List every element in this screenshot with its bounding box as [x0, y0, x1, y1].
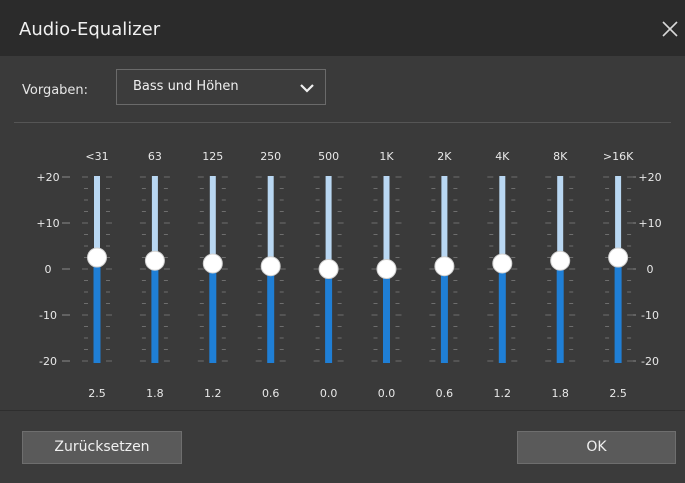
band-frequency-label: 1K — [379, 150, 394, 163]
slider-knob[interactable] — [376, 259, 397, 279]
band-frequency-label: 63 — [148, 150, 162, 163]
slider-track-upper — [267, 176, 274, 267]
band-value-label: 2.5 — [88, 387, 106, 400]
slider-track-upper — [151, 176, 158, 261]
scale-label-left: -10 — [39, 309, 57, 322]
slider-track-upper — [209, 176, 216, 264]
band-value-label: 1.8 — [146, 387, 164, 400]
band-frequency-label: <31 — [85, 150, 108, 163]
slider-track-upper — [615, 176, 622, 258]
slider-track-upper — [499, 176, 506, 264]
band-frequency-label: 125 — [202, 150, 223, 163]
band-value-label: 1.8 — [551, 387, 569, 400]
dialog-footer: Zurücksetzen OK — [0, 411, 685, 483]
scale-label-right: +10 — [638, 217, 661, 230]
slider-track-filled — [209, 263, 217, 363]
slider-knob[interactable] — [202, 253, 223, 274]
slider-knob[interactable] — [318, 259, 339, 279]
band-value-label: 1.2 — [204, 387, 222, 400]
scale-label-left: 0 — [45, 263, 52, 276]
slider-track-filled — [440, 266, 448, 363]
slider-track-filled — [267, 266, 275, 363]
equalizer-sliders: +20 +20 +10 +10 0 0 -10 -10 -20 -20 <31 2.5 63 1.8 125… — [36, 150, 661, 400]
chevron-down-icon — [300, 84, 314, 93]
slider-knob[interactable] — [144, 250, 165, 271]
slider-knob[interactable] — [492, 253, 513, 274]
scale-label-right: -10 — [641, 309, 659, 322]
slider-track-upper — [557, 176, 564, 261]
scale-label-left: -20 — [39, 355, 57, 368]
slider-track-upper — [94, 176, 100, 258]
equalizer-panel: +20 +20 +10 +10 0 0 -10 -10 -20 -20 <31 2.5 63 1.8 125… — [0, 123, 685, 410]
band-frequency-label: 8K — [553, 150, 568, 163]
slider-knob[interactable] — [608, 247, 629, 268]
dialog-title: Audio-Equalizer — [19, 19, 161, 40]
band-frequency-label: 2K — [437, 150, 452, 163]
band-value-label: 0.6 — [436, 387, 454, 400]
slider-track-filled — [383, 269, 390, 363]
slider-track-filled — [614, 257, 622, 363]
band-value-label: 1.2 — [494, 387, 512, 400]
band-frequency-label: 500 — [318, 150, 339, 163]
slider-knob[interactable] — [550, 250, 571, 271]
slider-track-filled — [93, 257, 101, 363]
title-bar: Audio-Equalizer — [0, 0, 685, 56]
slider-track-filled — [325, 269, 333, 363]
preset-row: Vorgaben: Bass und Höhen — [0, 56, 685, 122]
band-frequency-label: 4K — [495, 150, 510, 163]
ok-button[interactable]: OK — [517, 431, 676, 464]
slider-track-filled — [556, 260, 564, 363]
slider-track-upper — [325, 176, 332, 269]
slider-knob[interactable] — [87, 247, 107, 268]
band-frequency-label: 250 — [260, 150, 281, 163]
band-value-label: 0.0 — [378, 387, 396, 400]
preset-selected-value: Bass und Höhen — [133, 79, 239, 94]
preset-label: Vorgaben: — [22, 83, 89, 98]
slider-track-filled — [498, 263, 506, 363]
band-frequency-label: >16K — [603, 150, 634, 163]
close-icon[interactable] — [660, 19, 680, 39]
slider-knob[interactable] — [260, 256, 281, 277]
reset-button[interactable]: Zurücksetzen — [22, 431, 182, 464]
band-value-label: 0.0 — [320, 387, 338, 400]
scale-label-left: +20 — [36, 171, 59, 184]
preset-dropdown[interactable]: Bass und Höhen — [116, 69, 326, 105]
scale-label-left: +10 — [36, 217, 59, 230]
scale-label-right: -20 — [641, 355, 659, 368]
slider-knob[interactable] — [434, 256, 455, 277]
scale-label-right: 0 — [647, 263, 654, 276]
band-value-label: 0.6 — [262, 387, 280, 400]
band-value-label: 2.5 — [609, 387, 627, 400]
slider-track-upper — [441, 176, 448, 267]
scale-label-right: +20 — [638, 171, 661, 184]
slider-track-upper — [383, 176, 390, 269]
slider-track-filled — [151, 260, 159, 363]
